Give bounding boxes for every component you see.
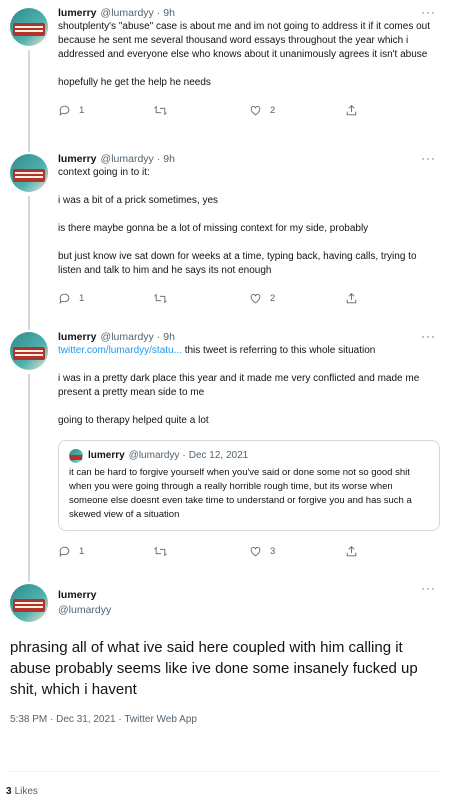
user-handle[interactable]: @lumardyy (101, 152, 154, 166)
share-button[interactable] (345, 104, 441, 117)
tweet-1[interactable]: ··· lumerry @lumardyy · 9h shoutplenty's… (0, 0, 450, 146)
tweet-text: but just know ive sat down for weeks at … (58, 251, 420, 276)
thread-line (28, 324, 30, 330)
share-button[interactable] (345, 292, 441, 305)
retweet-icon (153, 105, 167, 115)
tweet-time[interactable]: 9h (163, 6, 175, 20)
thread-line (28, 196, 30, 324)
reply-icon (59, 546, 70, 557)
thread-line (28, 50, 30, 146)
retweet-button[interactable] (153, 292, 250, 305)
tweet-text: shoutplenty's "abuse" case is about me a… (58, 21, 433, 60)
tweet-text: i was in a pretty dark place this year a… (58, 373, 423, 398)
reply-button[interactable]: 1 (58, 292, 154, 305)
tweet-header: lumerry @lumardyy · 9h (58, 146, 440, 166)
separator-dot: · (156, 331, 161, 343)
reply-icon (59, 293, 70, 304)
avatar[interactable] (10, 584, 48, 622)
tweet-text: going to therapy helped quite a lot (58, 415, 209, 426)
more-options-icon[interactable]: ··· (421, 329, 436, 343)
reply-button[interactable]: 1 (58, 545, 154, 558)
like-count: 2 (270, 104, 276, 116)
link-caption: this tweet is referring to this whole si… (181, 345, 376, 356)
tweet-text: is there maybe gonna be a lot of missing… (58, 223, 369, 234)
display-name: lumerry (88, 450, 125, 461)
avatar[interactable] (10, 154, 48, 192)
display-name[interactable]: lumerry (58, 330, 97, 344)
engagement-stats: 3 Likes (0, 772, 450, 797)
heart-icon (250, 105, 261, 115)
share-icon (346, 545, 356, 556)
tweet-actions: 1 2 (58, 288, 440, 308)
more-options-icon[interactable]: ··· (421, 581, 436, 595)
quoted-tweet-text: it can be hard to forgive yourself when … (69, 467, 415, 520)
tweet-actions: 1 2 (58, 100, 440, 120)
retweet-icon (153, 293, 167, 303)
reply-count: 1 (79, 104, 85, 116)
tweet-text: context going in to it: (58, 167, 150, 178)
like-button[interactable]: 2 (249, 292, 345, 305)
tweet-header: lumerry @lumardyy · 9h (58, 324, 440, 344)
avatar[interactable] (10, 332, 48, 370)
user-handle[interactable]: @lumardyy (101, 330, 154, 344)
heart-icon (250, 293, 261, 303)
separator-dot: · (156, 7, 161, 19)
retweet-button[interactable] (153, 545, 250, 558)
separator-dot: · (156, 153, 161, 165)
tweet-timestamp[interactable]: 5:38 PM · Dec 31, 2021 · Twitter Web App (10, 713, 440, 727)
avatar[interactable] (10, 8, 48, 46)
more-options-icon[interactable]: ··· (421, 5, 436, 19)
status-link[interactable]: twitter.com/lumardyy/statu... (58, 345, 182, 356)
like-button[interactable]: 3 (249, 545, 345, 558)
thread-line (28, 374, 30, 576)
more-options-icon[interactable]: ··· (421, 151, 436, 165)
user-handle: @lumardyy (128, 450, 180, 461)
tweet-time[interactable]: 9h (163, 152, 175, 166)
reply-count: 1 (79, 292, 85, 304)
tweet-3[interactable]: ··· lumerry @lumardyy · 9h twitter.com/l… (0, 324, 450, 576)
main-tweet-text: phrasing all of what ive said here coupl… (10, 639, 422, 698)
tweet-2[interactable]: ··· lumerry @lumardyy · 9h context going… (0, 146, 450, 324)
user-handle[interactable]: @lumardyy (58, 603, 440, 617)
avatar (69, 449, 83, 463)
main-tweet: ··· lumerry @lumardyy phrasing all of wh… (0, 576, 450, 771)
display-name[interactable]: lumerry (58, 152, 97, 166)
retweet-button[interactable] (153, 104, 250, 117)
user-handle[interactable]: @lumardyy (101, 6, 154, 20)
like-count: 3 (270, 545, 276, 557)
share-button[interactable] (345, 545, 441, 558)
tweet-time[interactable]: 9h (163, 330, 175, 344)
tweet-text: i was a bit of a prick sometimes, yes (58, 195, 219, 206)
likes-stat[interactable]: 3 Likes (6, 786, 38, 797)
reply-button[interactable]: 1 (58, 104, 154, 117)
quoted-tweet[interactable]: lumerry @lumardyy · Dec 12, 2021 it can … (58, 440, 440, 531)
share-icon (346, 292, 356, 303)
tweet-text: hopefully he get the help he needs (58, 77, 211, 88)
like-count: 2 (270, 292, 276, 304)
retweet-icon (153, 546, 167, 556)
share-icon (346, 104, 356, 115)
tweet-text: twitter.com/lumardyy/statu... this tweet… (58, 344, 440, 358)
thread-line (28, 576, 30, 582)
quoted-tweet-date: Dec 12, 2021 (188, 450, 249, 461)
reply-icon (59, 105, 70, 116)
likes-count: 3 (6, 786, 12, 797)
display-name[interactable]: lumerry (58, 588, 440, 602)
thread-line (28, 146, 30, 152)
likes-label: Likes (14, 786, 38, 797)
display-name[interactable]: lumerry (58, 6, 97, 20)
reply-count: 1 (79, 545, 85, 557)
heart-icon (250, 546, 261, 556)
tweet-actions: 1 3 (58, 541, 440, 561)
like-button[interactable]: 2 (249, 104, 345, 117)
main-tweet-author: lumerry @lumardyy (10, 576, 440, 617)
tweet-header: lumerry @lumardyy · 9h (58, 0, 440, 20)
separator-dot: · (182, 450, 186, 461)
quoted-tweet-header: lumerry @lumardyy · Dec 12, 2021 (69, 449, 429, 463)
